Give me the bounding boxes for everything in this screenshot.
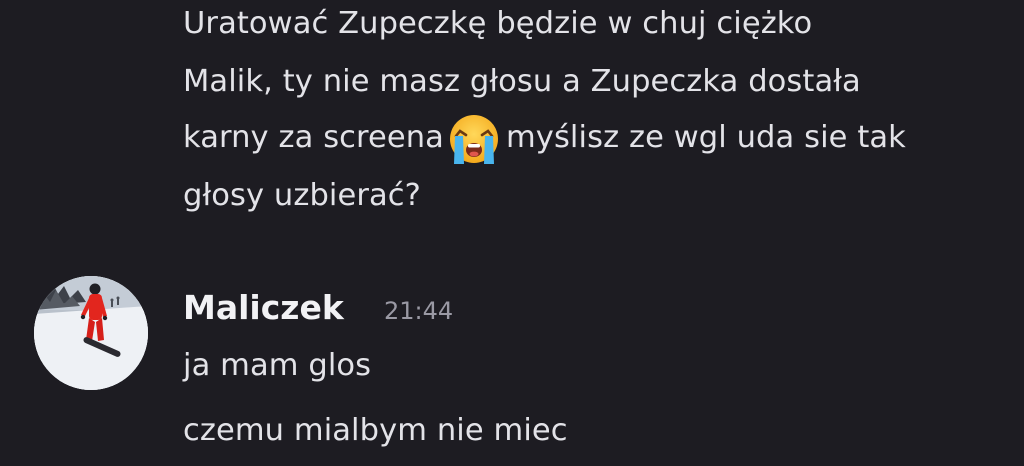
chat-view: Uratować Zupeczkę będzie w chuj ciężko M… xyxy=(0,0,1024,466)
message-text-line-with-emoji: karny za screena myślisz ze wgl uda sie … xyxy=(183,115,906,164)
message-text-line: Uratować Zupeczkę będzie w chuj ciężko xyxy=(183,6,813,41)
message-text-line: głosy uzbierać? xyxy=(183,178,421,213)
avatar[interactable] xyxy=(34,276,148,390)
message-text-segment: myślisz ze wgl uda sie tak xyxy=(505,120,906,155)
loudly-crying-face-icon[interactable] xyxy=(444,115,506,164)
message-timestamp: 21:44 xyxy=(384,297,454,325)
message-text-line: Malik, ty nie masz głosu a Zupeczka dost… xyxy=(183,64,861,99)
message-text: ja mam glos xyxy=(183,348,372,383)
message-author[interactable]: Maliczek xyxy=(183,286,344,330)
message-text-segment: karny za screena xyxy=(183,120,444,155)
snowboarder-avatar-image xyxy=(34,276,148,390)
message-text: czemu mialbym nie miec xyxy=(183,413,568,448)
